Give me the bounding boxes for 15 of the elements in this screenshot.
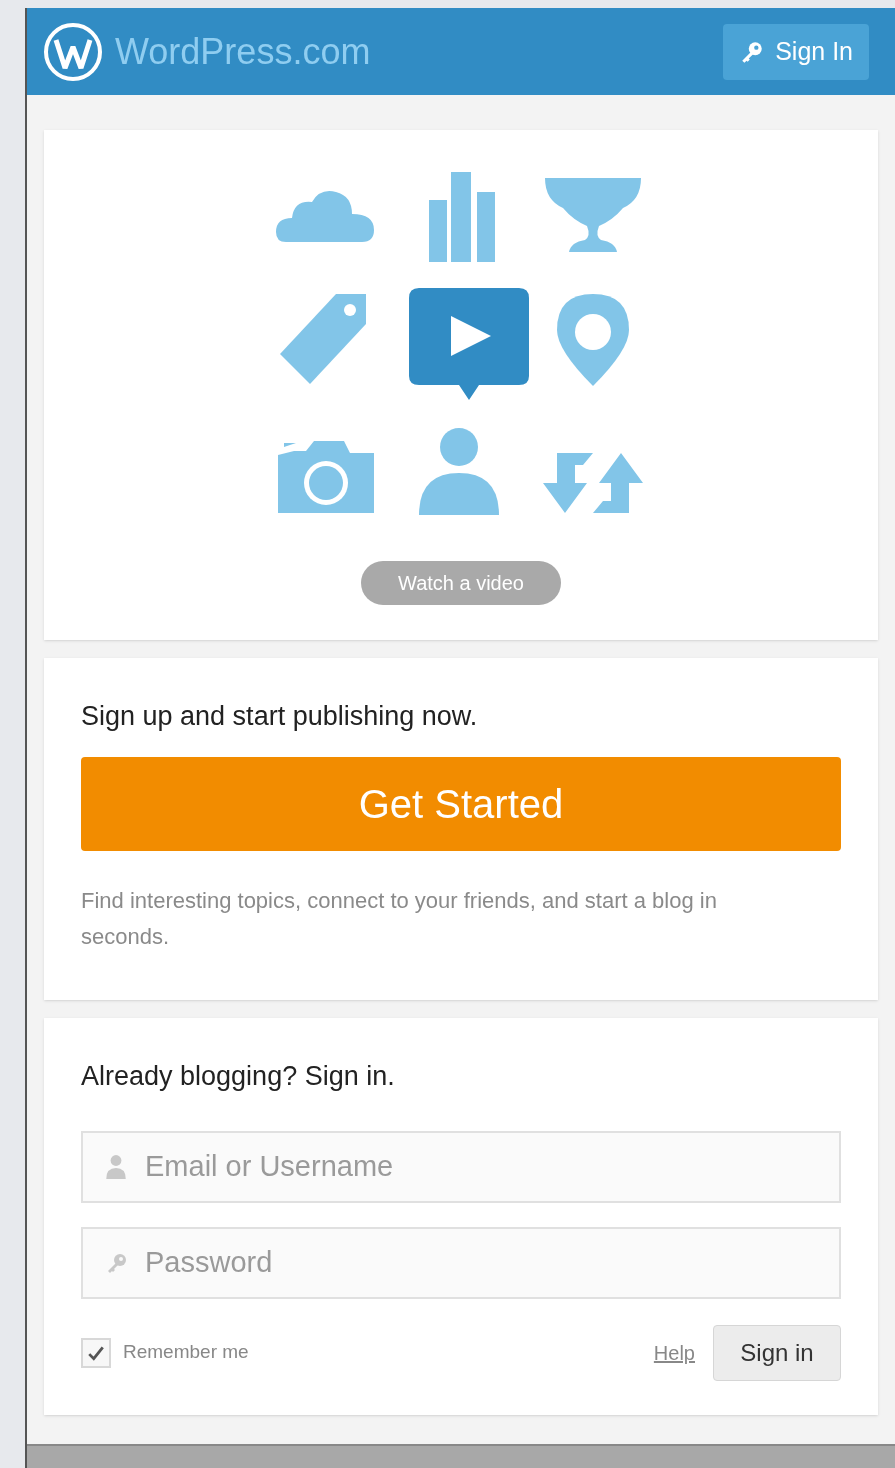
signup-heading: Sign up and start publishing now. (81, 700, 479, 733)
get-started-button[interactable]: Get Started (81, 756, 841, 851)
signup-description: Find interesting topics, connect to your friends, and start a blog in seconds. (81, 886, 718, 951)
sign-in-button[interactable]: Sign In (723, 23, 869, 80)
help-link[interactable]: Help (653, 1337, 695, 1368)
logo-icon (43, 21, 103, 82)
logo-text: WordPress.com (115, 29, 371, 74)
remember-checkbox[interactable] (81, 1337, 111, 1368)
email-field[interactable]: Email or Username (81, 1130, 841, 1203)
password-field[interactable]: Password (81, 1226, 841, 1299)
watch-video-button[interactable]: Watch a video (361, 561, 561, 605)
person-icon (105, 1153, 127, 1180)
remember-label: Remember me (123, 1340, 249, 1365)
signin-heading: Already blogging? Sign in. (81, 1060, 396, 1093)
sign-in-submit-button[interactable]: Sign in (713, 1324, 841, 1381)
